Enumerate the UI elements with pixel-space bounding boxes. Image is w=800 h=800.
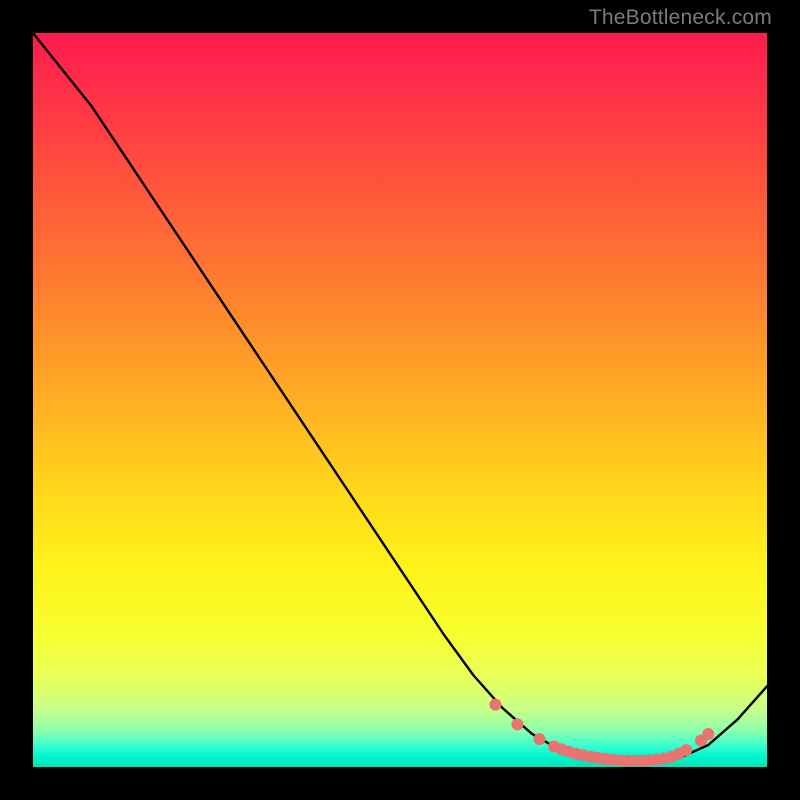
chart-stage: TheBottleneck.com: [0, 0, 800, 800]
marker-group: [489, 699, 714, 767]
curve-path: [33, 33, 767, 763]
curve-path-group: [33, 33, 767, 763]
marker-dot: [489, 699, 501, 711]
line-overlay: [33, 33, 767, 767]
marker-dot: [680, 744, 692, 756]
plot-area: [33, 33, 767, 767]
marker-dot: [702, 728, 714, 740]
marker-dot: [511, 718, 523, 730]
watermark-text: TheBottleneck.com: [589, 6, 772, 30]
marker-dot: [533, 733, 545, 745]
